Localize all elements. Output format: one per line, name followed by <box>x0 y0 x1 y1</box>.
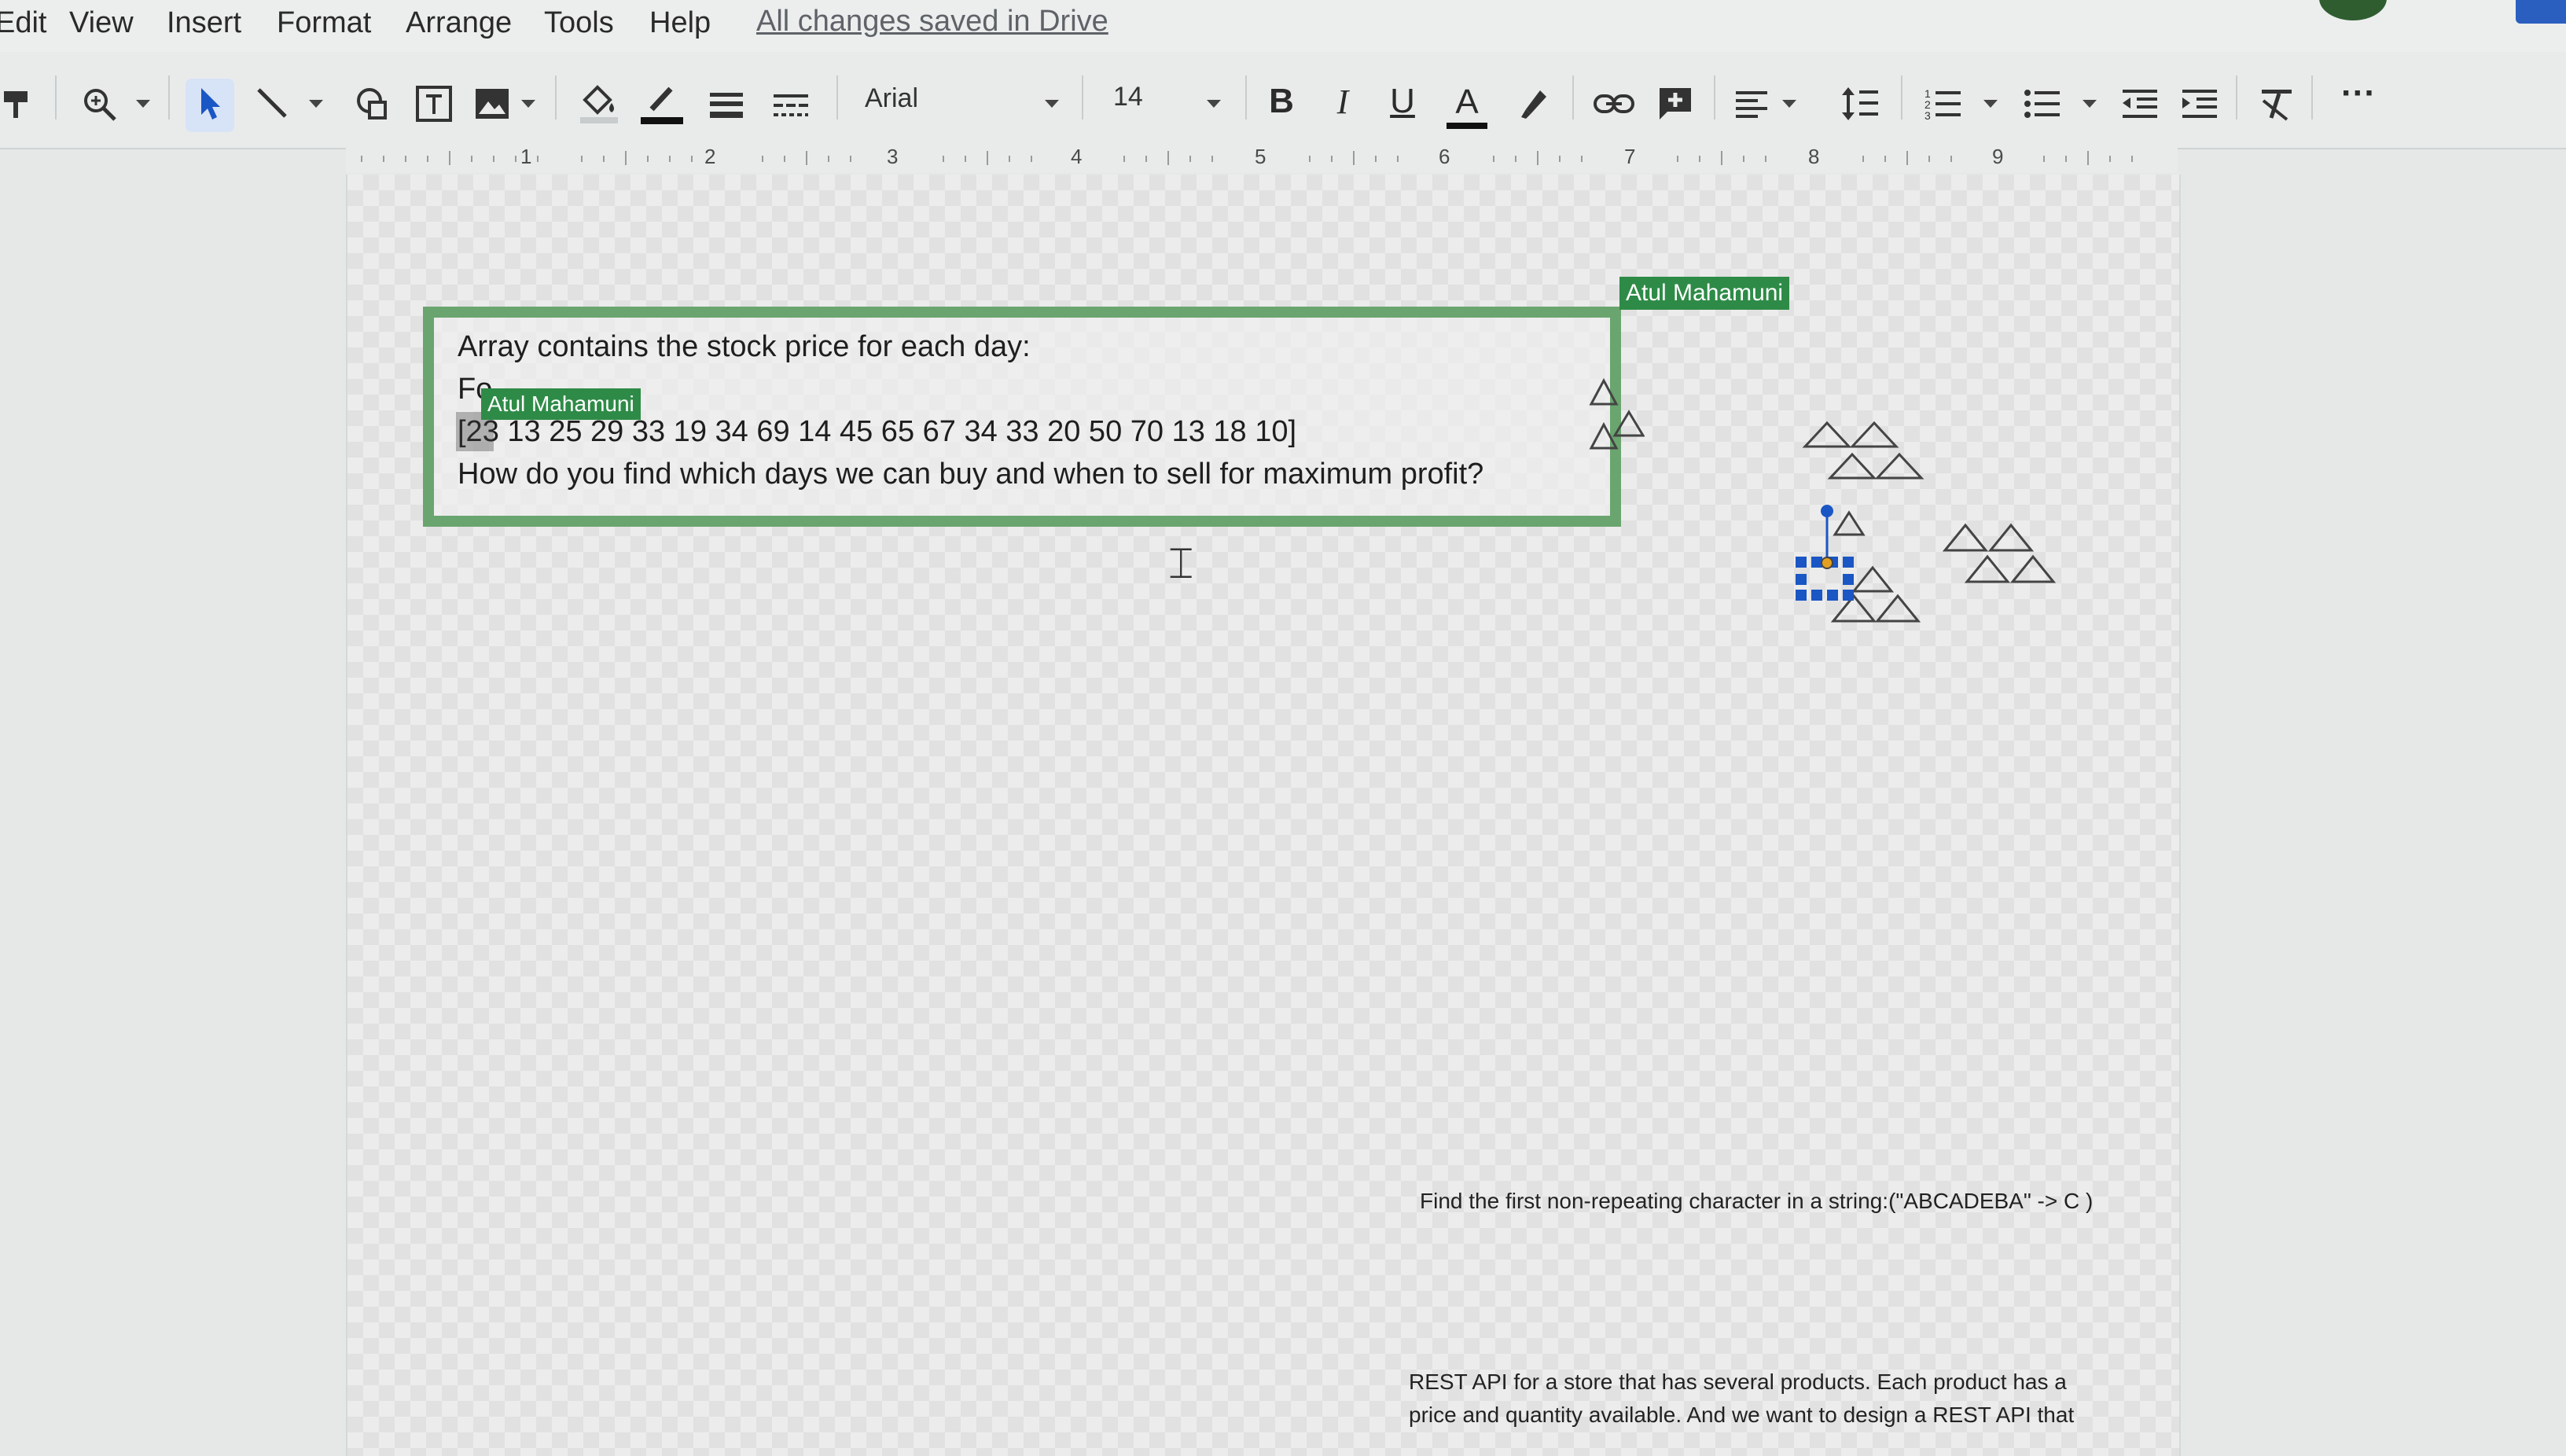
ruler-number: 4 <box>1071 145 1083 168</box>
font-family-select[interactable]: Arial <box>865 83 918 114</box>
svg-text:3: 3 <box>1924 109 1931 121</box>
ruler-number: 9 <box>1992 145 2004 168</box>
ruler-number: 2 <box>704 145 716 168</box>
ruler-number: 6 <box>1439 145 1450 168</box>
numbered-list-chevron-icon[interactable] <box>1978 77 2003 131</box>
menu-insert[interactable]: Insert <box>167 6 241 40</box>
font-size-chevron-icon[interactable] <box>1200 77 1228 131</box>
note-non-repeating-character[interactable]: Find the first non-repeating character i… <box>1420 1189 2093 1214</box>
zoom-icon[interactable] <box>75 77 123 131</box>
ruler-number: 7 <box>1624 145 1636 168</box>
collaborator-tag-inline: Atul Mahamuni <box>481 388 641 420</box>
menu-bar: Edit View Insert Format Arrange Tools He… <box>0 0 2566 52</box>
triangle-shapes-cluster-2[interactable] <box>1802 418 2077 481</box>
stock-price-array: [23 13 25 29 33 19 34 69 14 45 65 67 34 … <box>458 415 1297 448</box>
decrease-indent-icon[interactable] <box>2118 77 2162 131</box>
highlight-color-icon[interactable] <box>1509 77 1557 131</box>
line-icon[interactable] <box>250 77 296 131</box>
add-comment-icon[interactable] <box>1651 77 1700 131</box>
triangle-shapes-cluster-3[interactable] <box>1942 519 2083 590</box>
bulleted-list-chevron-icon[interactable] <box>2077 77 2102 131</box>
ruler-number: 8 <box>1808 145 1820 168</box>
menu-edit[interactable]: Edit <box>0 6 46 40</box>
shape-icon[interactable] <box>349 77 396 131</box>
increase-indent-icon[interactable] <box>2178 77 2222 131</box>
collaborator-tag: Atul Mahamuni <box>1619 277 1790 310</box>
menu-format[interactable]: Format <box>277 6 371 40</box>
question-line-4: How do you find which days we can buy an… <box>458 458 1484 491</box>
menu-help[interactable]: Help <box>649 6 711 40</box>
border-color-icon[interactable] <box>637 77 687 131</box>
line-spacing-icon[interactable] <box>1836 77 1884 131</box>
menu-tools[interactable]: Tools <box>544 6 614 40</box>
bold-button[interactable]: B <box>1261 82 1302 121</box>
selected-triangle-group[interactable] <box>1792 503 1934 629</box>
image-dropdown-chevron-icon[interactable] <box>514 77 542 131</box>
menu-arrange[interactable]: Arrange <box>406 6 512 40</box>
save-status-link[interactable]: All changes saved in Drive <box>756 5 1108 39</box>
ruler-number: 3 <box>887 145 899 168</box>
align-icon[interactable] <box>1730 77 1774 131</box>
question-line-1: Array contains the stock price for each … <box>458 330 1031 363</box>
triangle-shapes-cluster-1[interactable] <box>1588 376 1645 453</box>
font-dropdown-chevron-icon[interactable] <box>1038 77 1066 131</box>
adjust-handle[interactable] <box>1821 557 1833 569</box>
ruler-number: 1 <box>520 145 532 168</box>
share-button[interactable] <box>2516 0 2566 24</box>
menu-view[interactable]: View <box>69 6 134 40</box>
rest-api-note-line-1[interactable]: REST API for a store that has several pr… <box>1409 1370 2067 1395</box>
border-weight-icon[interactable] <box>703 77 750 131</box>
text-color-button[interactable]: A <box>1447 82 1487 129</box>
rest-api-note-line-2[interactable]: price and quantity available. And we wan… <box>1409 1403 2074 1428</box>
border-dash-icon[interactable] <box>767 77 814 131</box>
image-icon[interactable] <box>470 77 514 131</box>
text-cursor-icon: ⌶ <box>1168 540 1194 587</box>
clear-formatting-icon[interactable] <box>2255 77 2299 131</box>
fill-color-icon[interactable] <box>574 77 624 131</box>
zoom-dropdown-chevron-icon[interactable] <box>129 77 157 131</box>
align-dropdown-chevron-icon[interactable] <box>1777 77 1802 131</box>
horizontal-ruler[interactable]: 1 2 3 4 5 6 7 8 9 <box>346 145 2178 173</box>
underline-button[interactable]: U <box>1382 82 1423 121</box>
font-size-input[interactable]: 14 <box>1113 82 1143 112</box>
paint-format-icon[interactable] <box>0 77 36 131</box>
text-box-icon[interactable] <box>410 77 458 131</box>
select-icon[interactable] <box>187 77 233 131</box>
ruler-number: 5 <box>1255 145 1266 168</box>
link-icon[interactable] <box>1590 77 1638 131</box>
user-avatar[interactable] <box>2319 0 2387 20</box>
numbered-list-icon[interactable]: 123 <box>1921 77 1965 131</box>
line-dropdown-chevron-icon[interactable] <box>302 77 330 131</box>
italic-button[interactable]: I <box>1322 82 1363 122</box>
more-options-button[interactable]: ··· <box>2338 74 2379 113</box>
bulleted-list-icon[interactable] <box>2020 77 2064 131</box>
